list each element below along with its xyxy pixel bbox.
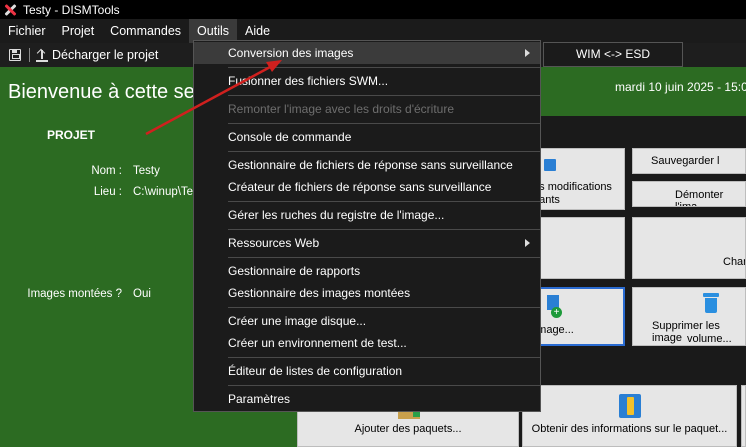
- menu-item-unattend-creator[interactable]: Créateur de fichiers de réponse sans sur…: [194, 176, 540, 198]
- image-conversion-submenu: WIM <-> ESD: [543, 42, 683, 67]
- title-bar: Testy - DISMTools: [0, 0, 746, 19]
- package-info-icon: [619, 394, 641, 418]
- add-packages-label: Ajouter des paquets...: [354, 423, 462, 435]
- outils-dropdown-menu: Conversion des images Fusionner des fich…: [193, 40, 541, 412]
- menu-item-image-conversion-label: Conversion des images: [228, 46, 354, 60]
- project-location-value[interactable]: C:\winup\Te: [133, 186, 193, 198]
- menu-item-web-resources[interactable]: Ressources Web: [194, 232, 540, 254]
- mounted-images-label: Images montées ?: [27, 288, 122, 300]
- menu-item-config-list-editor[interactable]: Éditeur de listes de configuration: [194, 360, 540, 382]
- dismtools-app-icon: [3, 3, 17, 17]
- menu-separator: [228, 229, 540, 230]
- toolbar-separator: [29, 48, 30, 62]
- project-name-label: Nom :: [91, 165, 122, 177]
- submenu-item-wim-esd[interactable]: WIM <-> ESD: [544, 43, 682, 66]
- menu-fichier[interactable]: Fichier: [0, 19, 54, 43]
- save-image-button[interactable]: Sauvegarder l: [632, 148, 746, 174]
- save-icon[interactable]: [9, 49, 21, 61]
- unload-project-button[interactable]: Décharger le projet: [52, 48, 158, 62]
- delete-volume-images-label-2: volume...: [687, 333, 732, 345]
- menu-projet[interactable]: Projet: [54, 19, 103, 43]
- menu-item-image-conversion[interactable]: Conversion des images: [194, 42, 540, 64]
- menu-separator: [228, 385, 540, 386]
- project-name-value: Testy: [133, 165, 160, 177]
- change-label: Char: [723, 256, 746, 268]
- window-title: Testy - DISMTools: [23, 2, 120, 17]
- menu-separator: [228, 67, 540, 68]
- menu-separator: [228, 123, 540, 124]
- menu-item-settings[interactable]: Paramètres: [194, 388, 540, 410]
- menu-separator: [228, 201, 540, 202]
- package-info-tile[interactable]: Obtenir des informations sur le paquet..…: [522, 385, 737, 447]
- menu-separator: [228, 95, 540, 96]
- menu-item-create-test-environment[interactable]: Créer un environnement de test...: [194, 332, 540, 354]
- mounted-images-value: Oui: [133, 288, 151, 300]
- current-date: mardi 10 juin 2025 - 15:00: [615, 80, 746, 94]
- submenu-arrow-icon: [525, 239, 530, 247]
- floppy-disk-icon: [544, 159, 556, 171]
- menu-item-registry-hives[interactable]: Gérer les ruches du registre de l'image.…: [194, 204, 540, 226]
- menu-item-unattend-manager[interactable]: Gestionnaire de fichiers de réponse sans…: [194, 154, 540, 176]
- add-image-label: r image...: [528, 324, 574, 336]
- package-info-label: Obtenir des informations sur le paquet..…: [531, 423, 728, 435]
- project-location-label: Lieu :: [93, 186, 122, 198]
- project-section-title: PROJET: [47, 128, 96, 142]
- submenu-arrow-icon: [525, 49, 530, 57]
- menu-item-create-disk-image[interactable]: Créer une image disque...: [194, 310, 540, 332]
- menu-item-merge-swm[interactable]: Fusionner des fichiers SWM...: [194, 70, 540, 92]
- unload-project-icon[interactable]: [36, 48, 48, 62]
- menu-item-web-resources-label: Ressources Web: [228, 236, 320, 250]
- save-changes-label-2: dants: [533, 194, 560, 206]
- menu-separator: [228, 307, 540, 308]
- delete-volume-images-tile[interactable]: Supprimer les image volume...: [632, 287, 746, 346]
- menu-item-report-manager[interactable]: Gestionnaire de rapports: [194, 260, 540, 282]
- plus-badge-icon: +: [551, 307, 562, 318]
- change-tile[interactable]: Char: [632, 217, 746, 279]
- unmount-image-button[interactable]: Démonter l'ima: [632, 181, 746, 207]
- next-task-tile[interactable]: [741, 385, 746, 447]
- menu-item-mounted-images-manager[interactable]: Gestionnaire des images montées: [194, 282, 540, 304]
- welcome-heading: Bienvenue à cette se: [8, 81, 195, 103]
- unmount-image-label: Démonter l'ima: [675, 189, 724, 207]
- menu-commandes[interactable]: Commandes: [102, 19, 189, 43]
- menu-item-command-console[interactable]: Console de commande: [194, 126, 540, 148]
- menu-separator: [228, 357, 540, 358]
- menu-separator: [228, 151, 540, 152]
- menu-item-remount-rw: Remonter l'image avec les droits d'écrit…: [228, 102, 455, 116]
- save-image-label: Sauvegarder l: [651, 155, 720, 167]
- menu-separator: [228, 257, 540, 258]
- trash-icon: [703, 293, 719, 313]
